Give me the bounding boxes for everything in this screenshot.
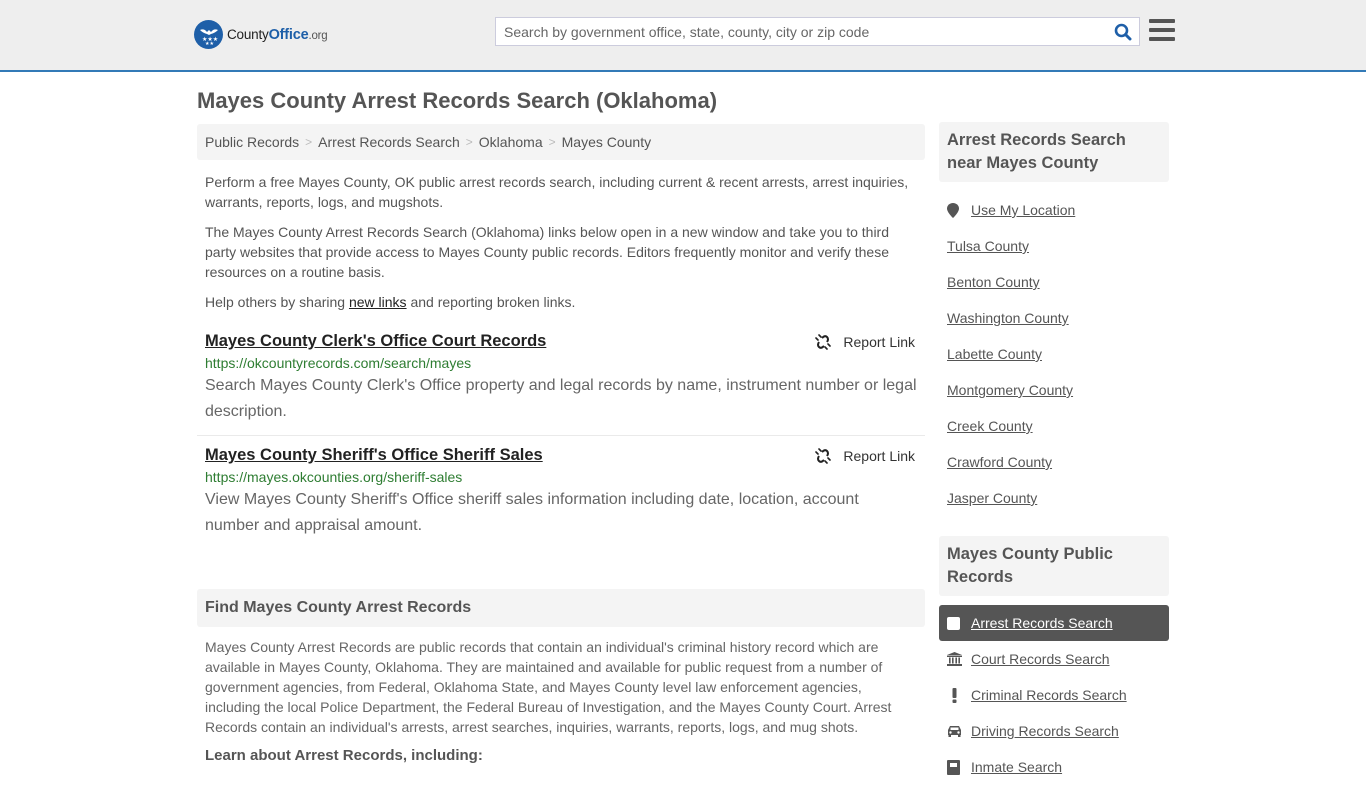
intro-paragraph: Perform a free Mayes County, OK public a… bbox=[205, 174, 909, 210]
report-link-button[interactable]: Report Link bbox=[815, 448, 915, 464]
result-title-link[interactable]: Mayes County Clerk's Office Court Record… bbox=[205, 332, 546, 351]
broken-link-icon bbox=[815, 334, 832, 350]
svg-text:★★: ★★ bbox=[205, 41, 214, 46]
sidebar-link-driving-records[interactable]: Driving Records Search bbox=[971, 723, 1119, 739]
use-my-location-item: Use My Location bbox=[939, 192, 1169, 228]
sidebar: Arrest Records Search near Mayes County … bbox=[939, 122, 1169, 785]
main-content: Public Records > Arrest Records Search >… bbox=[197, 124, 925, 764]
car-icon bbox=[947, 725, 963, 737]
search-bar bbox=[495, 17, 1140, 46]
menu-bar-icon bbox=[1149, 28, 1175, 32]
report-link-label: Report Link bbox=[843, 448, 915, 464]
breadcrumb-arrest-records-search[interactable]: Arrest Records Search bbox=[318, 134, 460, 150]
report-link-button[interactable]: Report Link bbox=[815, 334, 915, 350]
nearby-county-link[interactable]: Jasper County bbox=[947, 490, 1037, 506]
result-description: Search Mayes County Clerk's Office prope… bbox=[205, 377, 917, 420]
nearby-heading: Arrest Records Search near Mayes County bbox=[939, 122, 1169, 182]
result-title-link[interactable]: Mayes County Sheriff's Office Sheriff Sa… bbox=[205, 446, 543, 465]
nearby-county-item: Washington County bbox=[939, 300, 1169, 336]
eagle-stars-logo-icon: ★★★ ★★ bbox=[194, 20, 223, 49]
nearby-county-link[interactable]: Labette County bbox=[947, 346, 1042, 362]
breadcrumb-mayes-county[interactable]: Mayes County bbox=[562, 134, 651, 150]
logo-county: County bbox=[227, 26, 269, 42]
sidebar-item-driving-records[interactable]: Driving Records Search bbox=[939, 713, 1169, 749]
result-item: Mayes County Sheriff's Office Sheriff Sa… bbox=[197, 435, 925, 549]
map-marker-icon bbox=[947, 202, 963, 218]
share-links-paragraph: Help others by sharing new links and rep… bbox=[205, 292, 917, 312]
logo-text: CountyOffice.org bbox=[227, 27, 328, 43]
logo-org: .org bbox=[308, 29, 328, 42]
inmate-icon bbox=[947, 759, 963, 775]
sidebar-link-criminal-records[interactable]: Criminal Records Search bbox=[971, 687, 1127, 703]
sidebar-item-arrest-records[interactable]: Arrest Records Search bbox=[939, 605, 1169, 641]
result-url[interactable]: https://okcountyrecords.com/search/mayes bbox=[205, 355, 917, 371]
search-icon bbox=[1114, 23, 1132, 40]
find-records-heading: Find Mayes County Arrest Records bbox=[197, 589, 925, 627]
nearby-county-link[interactable]: Tulsa County bbox=[947, 238, 1029, 254]
broken-link-icon bbox=[815, 448, 832, 464]
exclamation-icon bbox=[947, 687, 963, 703]
use-my-location-link[interactable]: Use My Location bbox=[971, 202, 1075, 218]
site-logo[interactable]: ★★★ ★★ CountyOffice.org bbox=[194, 20, 328, 49]
sidebar-link-inmate-search[interactable]: Inmate Search bbox=[971, 759, 1062, 775]
logo-office: Office bbox=[268, 26, 309, 43]
result-description: View Mayes County Sheriff's Office sheri… bbox=[205, 491, 859, 534]
nearby-county-link[interactable]: Creek County bbox=[947, 418, 1033, 434]
menu-bar-icon bbox=[1149, 37, 1175, 41]
find-records-body: Mayes County Arrest Records are public r… bbox=[205, 639, 892, 735]
nearby-county-item: Tulsa County bbox=[939, 228, 1169, 264]
nearby-county-link[interactable]: Washington County bbox=[947, 310, 1069, 326]
nearby-county-item: Jasper County bbox=[939, 480, 1169, 516]
nearby-county-link[interactable]: Benton County bbox=[947, 274, 1040, 290]
public-records-heading: Mayes County Public Records bbox=[939, 536, 1169, 596]
breadcrumb-separator: > bbox=[305, 135, 313, 149]
nearby-county-item: Montgomery County bbox=[939, 372, 1169, 408]
result-item: Mayes County Clerk's Office Court Record… bbox=[197, 322, 925, 435]
breadcrumb-separator: > bbox=[548, 135, 556, 149]
square-icon bbox=[947, 616, 963, 630]
nearby-county-link[interactable]: Crawford County bbox=[947, 454, 1052, 470]
sidebar-link-arrest-records[interactable]: Arrest Records Search bbox=[971, 615, 1113, 631]
breadcrumb: Public Records > Arrest Records Search >… bbox=[197, 124, 925, 160]
sidebar-item-inmate-search[interactable]: Inmate Search bbox=[939, 749, 1169, 785]
nearby-list: Use My Location Tulsa County Benton Coun… bbox=[939, 192, 1169, 516]
breadcrumb-oklahoma[interactable]: Oklahoma bbox=[479, 134, 543, 150]
report-link-label: Report Link bbox=[843, 334, 915, 350]
intro-text: Perform a free Mayes County, OK public a… bbox=[197, 172, 925, 312]
sidebar-item-court-records[interactable]: Court Records Search bbox=[939, 641, 1169, 677]
hamburger-menu-button[interactable] bbox=[1149, 19, 1175, 41]
menu-bar-icon bbox=[1149, 19, 1175, 23]
page-title: Mayes County Arrest Records Search (Okla… bbox=[197, 88, 718, 113]
result-url[interactable]: https://mayes.okcounties.org/sheriff-sal… bbox=[205, 469, 917, 485]
nearby-county-item: Crawford County bbox=[939, 444, 1169, 480]
new-links-link[interactable]: new links bbox=[349, 294, 407, 310]
share-text: Help others by sharing bbox=[205, 294, 349, 310]
learn-about-heading: Learn about Arrest Records, including: bbox=[205, 747, 483, 764]
search-button[interactable] bbox=[1107, 18, 1139, 45]
share-text: and reporting broken links. bbox=[406, 294, 576, 310]
nearby-county-item: Labette County bbox=[939, 336, 1169, 372]
nearby-county-item: Creek County bbox=[939, 408, 1169, 444]
sidebar-item-criminal-records[interactable]: Criminal Records Search bbox=[939, 677, 1169, 713]
public-records-list: Arrest Records Search Court Records Sear… bbox=[939, 605, 1169, 785]
intro-paragraph: The Mayes County Arrest Records Search (… bbox=[205, 224, 890, 280]
breadcrumb-separator: > bbox=[465, 135, 473, 149]
breadcrumb-public-records[interactable]: Public Records bbox=[205, 134, 299, 150]
search-input[interactable] bbox=[496, 18, 1107, 45]
sidebar-link-court-records[interactable]: Court Records Search bbox=[971, 651, 1110, 667]
nearby-county-item: Benton County bbox=[939, 264, 1169, 300]
nearby-county-link[interactable]: Montgomery County bbox=[947, 382, 1073, 398]
courthouse-icon bbox=[947, 652, 963, 666]
site-header: ★★★ ★★ CountyOffice.org bbox=[0, 0, 1366, 72]
